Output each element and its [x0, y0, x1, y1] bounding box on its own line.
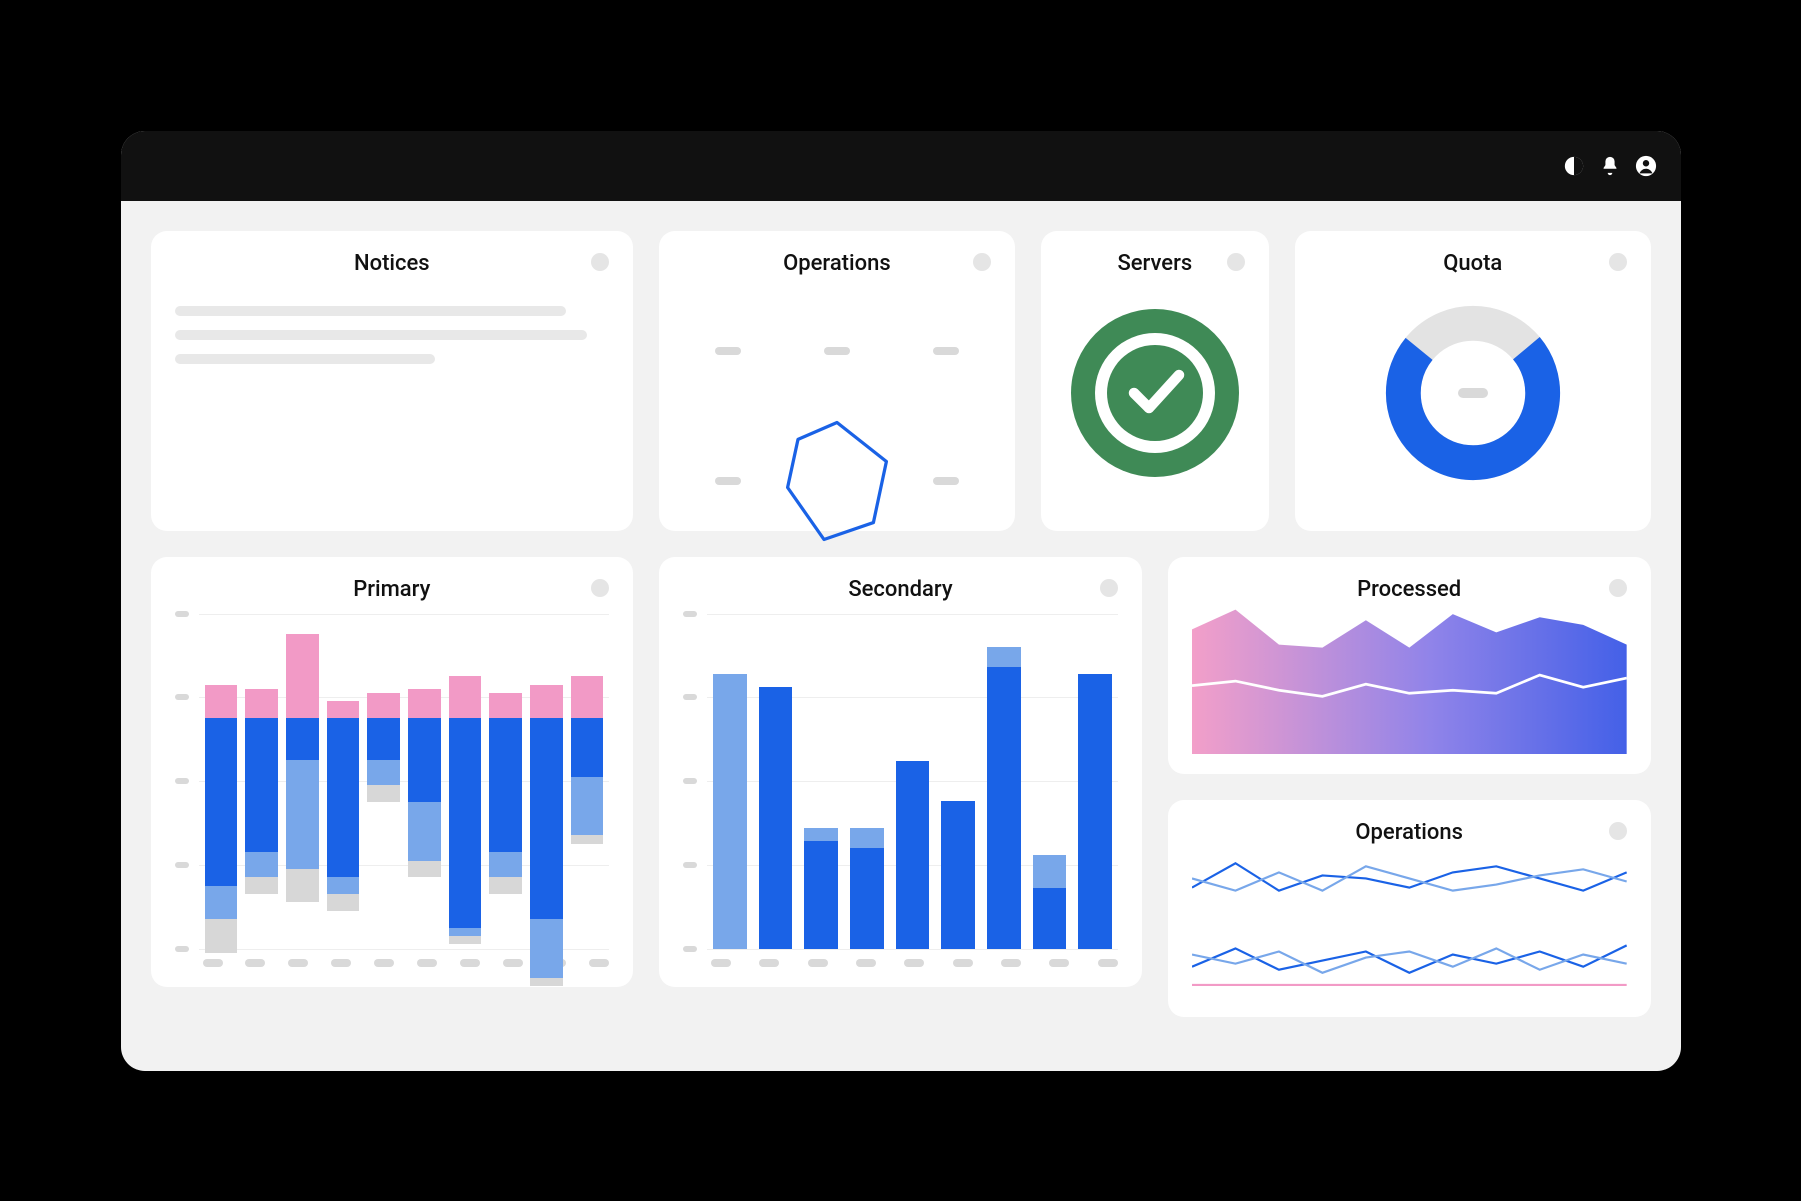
- bar-column: [987, 647, 1021, 949]
- y-tick-placeholder: [683, 611, 697, 617]
- bar-column: [327, 614, 360, 949]
- server-status-ok: [1065, 276, 1245, 511]
- card-title: Operations: [1192, 820, 1627, 845]
- bar-column: [449, 614, 482, 949]
- card-menu-dot[interactable]: [591, 253, 609, 271]
- processed-area-chart: [1192, 602, 1627, 754]
- right-column: Processed Operations: [1168, 557, 1651, 987]
- card-menu-dot[interactable]: [1227, 253, 1245, 271]
- x-tick-placeholder: [808, 959, 828, 967]
- y-tick-placeholder: [175, 778, 189, 784]
- bar-column: [896, 761, 930, 949]
- card-title: Secondary: [683, 577, 1118, 602]
- bar-column: [759, 687, 793, 948]
- card-quota: Quota: [1295, 231, 1651, 531]
- card-title: Quota: [1319, 251, 1627, 276]
- x-tick-placeholder: [1098, 959, 1118, 967]
- x-tick-placeholder: [503, 959, 523, 967]
- x-tick-placeholder: [288, 959, 308, 967]
- card-menu-dot[interactable]: [1609, 822, 1627, 840]
- x-tick-placeholder: [711, 959, 731, 967]
- axis-label-placeholder: [933, 347, 959, 355]
- axis-label-placeholder: [715, 477, 741, 485]
- card-operations-lines: Operations: [1168, 800, 1651, 1017]
- dashboard-content: Notices Operations Ser: [121, 201, 1681, 1071]
- y-tick-placeholder: [683, 862, 697, 868]
- x-tick-placeholder: [1049, 959, 1069, 967]
- x-tick-placeholder: [245, 959, 265, 967]
- card-operations-small: Operations: [659, 231, 1015, 531]
- notice-line: [175, 330, 588, 340]
- bar-column: [571, 614, 604, 949]
- x-tick-placeholder: [460, 959, 480, 967]
- bell-icon[interactable]: [1599, 155, 1621, 177]
- card-menu-dot[interactable]: [973, 253, 991, 271]
- bar-column: [205, 614, 238, 949]
- axis-label-placeholder: [715, 347, 741, 355]
- axis-label-placeholder: [824, 347, 850, 355]
- axis-label-placeholder: [933, 477, 959, 485]
- x-tick-placeholder: [417, 959, 437, 967]
- card-menu-dot[interactable]: [1100, 579, 1118, 597]
- bar-column: [1033, 855, 1067, 949]
- bar-column: [1078, 674, 1112, 949]
- x-tick-placeholder: [589, 959, 609, 967]
- bar-column: [245, 614, 278, 949]
- half-circle-icon[interactable]: [1563, 155, 1585, 177]
- radar-chart: [772, 416, 902, 546]
- bar-column: [489, 614, 522, 949]
- card-primary: Primary: [151, 557, 634, 987]
- primary-bar-chart: [175, 614, 610, 949]
- y-tick-placeholder: [175, 862, 189, 868]
- y-tick-placeholder: [175, 611, 189, 617]
- card-servers: Servers: [1041, 231, 1269, 531]
- operations-line-chart: [1192, 845, 1627, 997]
- x-tick-placeholder: [953, 959, 973, 967]
- card-menu-dot[interactable]: [1609, 253, 1627, 271]
- bar-column: [530, 614, 563, 949]
- y-tick-placeholder: [683, 694, 697, 700]
- card-title: Primary: [175, 577, 610, 602]
- x-tick-placeholder: [1001, 959, 1021, 967]
- check-circle-icon: [1065, 303, 1245, 483]
- x-tick-placeholder: [759, 959, 779, 967]
- quota-donut: [1319, 276, 1627, 511]
- bar-column: [941, 801, 975, 948]
- notice-line: [175, 306, 566, 316]
- y-tick-placeholder: [683, 946, 697, 952]
- quota-center-placeholder: [1458, 388, 1488, 398]
- notices-placeholder-lines: [175, 306, 610, 364]
- x-tick-placeholder: [374, 959, 394, 967]
- notice-line: [175, 354, 436, 364]
- card-secondary: Secondary: [659, 557, 1142, 987]
- app-window: Notices Operations Ser: [121, 131, 1681, 1071]
- x-tick-placeholder: [856, 959, 876, 967]
- secondary-bar-chart: [683, 614, 1118, 949]
- gridline: [707, 949, 1118, 950]
- bar-column: [286, 614, 319, 949]
- y-tick-placeholder: [175, 946, 189, 952]
- card-title: Servers: [1065, 251, 1245, 276]
- bar-column: [367, 614, 400, 949]
- card-menu-dot[interactable]: [1609, 579, 1627, 597]
- bar-column: [713, 674, 747, 949]
- card-title: Processed: [1192, 577, 1627, 602]
- user-icon[interactable]: [1635, 155, 1657, 177]
- bar-column: [804, 828, 838, 949]
- titlebar: [121, 131, 1681, 201]
- y-tick-placeholder: [683, 778, 697, 784]
- bar-column: [850, 828, 884, 949]
- card-title: Notices: [175, 251, 610, 276]
- bar-column: [408, 614, 441, 949]
- card-title: Operations: [683, 251, 991, 276]
- x-tick-placeholder: [203, 959, 223, 967]
- x-axis-labels: [683, 959, 1118, 967]
- card-notices: Notices: [151, 231, 634, 531]
- card-processed: Processed: [1168, 557, 1651, 774]
- card-menu-dot[interactable]: [591, 579, 609, 597]
- x-tick-placeholder: [331, 959, 351, 967]
- y-tick-placeholder: [175, 694, 189, 700]
- x-tick-placeholder: [904, 959, 924, 967]
